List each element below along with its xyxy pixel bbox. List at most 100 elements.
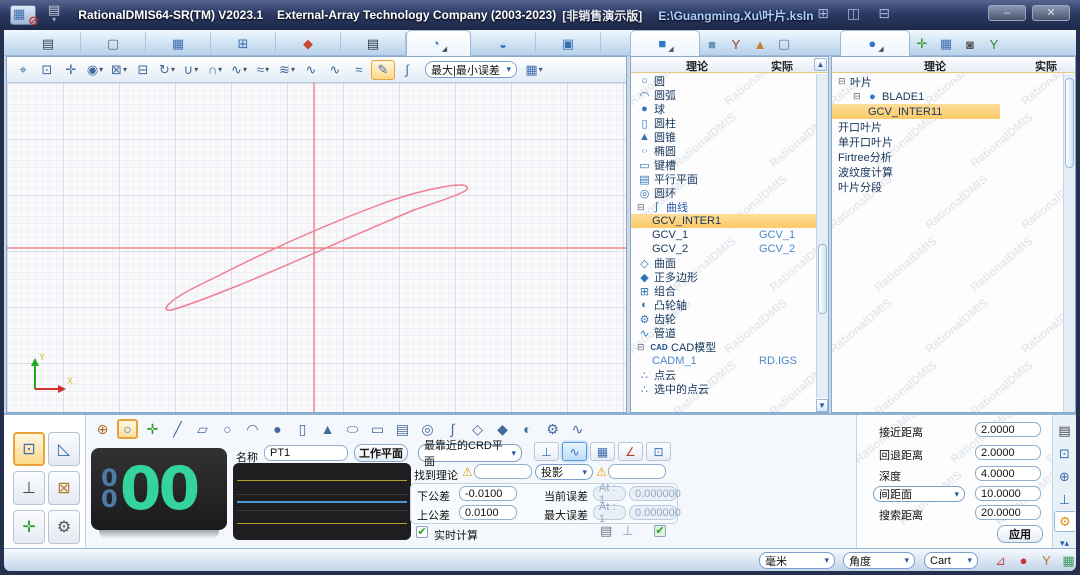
chevron-down-icon[interactable]: ▾ (218, 65, 222, 74)
tree-item-gear[interactable]: ⚙齿轮 (631, 312, 816, 326)
probe-path-status-icon[interactable]: ⊿ (992, 552, 1009, 569)
machine-setup-tool[interactable]: ⚙ (48, 510, 80, 544)
window-tab[interactable]: ▦ (146, 32, 211, 56)
apply-button[interactable]: 应用 (997, 525, 1043, 543)
tree-item-waviness-calc[interactable]: 波纹度计算 (832, 164, 1063, 179)
screen-tab[interactable]: ▢ (772, 32, 796, 56)
tree-item-gcv-2[interactable]: GCV_2GCV_2 (631, 242, 816, 256)
error-mode-dropdown[interactable]: 最大|最小误差 ▾ (425, 61, 517, 78)
curve-probe-button[interactable]: ∫ (395, 60, 419, 80)
tree-item-circle[interactable]: ○圆 (631, 74, 816, 88)
tree-item-cone[interactable]: ▲圆锥 (631, 130, 816, 144)
tree-item-surface[interactable]: ◇曲面 (631, 256, 816, 270)
teach-pen-button[interactable]: ✎ (371, 60, 395, 80)
close-button[interactable]: ✕ (1032, 5, 1070, 21)
dual-probe-status-icon[interactable]: ⊞ (817, 5, 829, 22)
expander-minus-icon[interactable]: ⊟ (637, 342, 648, 353)
tree-item-curve[interactable]: ⊟∫曲线 (631, 200, 816, 214)
lower-tolerance-input[interactable]: -0.0100 (459, 486, 517, 501)
window-small-tab[interactable]: ▦ (934, 32, 958, 56)
menu-icon[interactable]: ▤▾ (48, 5, 60, 25)
spacing-input[interactable]: 10.0000 (975, 486, 1041, 501)
confirm-checkbox[interactable]: ✔ (654, 525, 666, 537)
tree-item-cylinder[interactable]: ▯圆柱 (631, 116, 816, 130)
pipe-feature-button[interactable]: ∿ (565, 418, 590, 440)
wave-mid-button[interactable]: ∿ (323, 60, 347, 80)
viewport-canvas[interactable]: Y X (7, 83, 626, 412)
wave-flat-button[interactable]: ≈ (347, 60, 371, 80)
crown-tab[interactable]: ▲ (748, 32, 772, 56)
scrollbar-thumb[interactable] (1065, 78, 1074, 168)
gear-feature-button[interactable]: ⚙ (540, 418, 565, 440)
chevron-down-icon[interactable]: ▾ (99, 65, 103, 74)
materials-tab[interactable]: ◆ (276, 32, 341, 56)
circle-feature-button[interactable]: ○ (215, 418, 240, 440)
probe-y-tab[interactable]: Y (724, 32, 748, 56)
sphere-feature-button[interactable]: ● (265, 418, 290, 440)
grid-colors-status-icon[interactable]: ▦ (1060, 552, 1077, 569)
probe-ball-status-icon[interactable]: ● (1015, 552, 1032, 569)
measure-feature-tool[interactable]: ⊡ (13, 432, 45, 466)
blade-tree-scrollbar[interactable] (1063, 74, 1075, 412)
coordinate-dropdown[interactable]: Cart ▾ (924, 552, 978, 569)
tree-item-parallel-planes[interactable]: ▤平行平面 (631, 172, 816, 186)
probe-green-tab[interactable]: Y (982, 32, 1006, 56)
crd-plane-dropdown[interactable]: 最靠近的CRD平面 ▾ (418, 444, 522, 462)
features-tab[interactable]: ■◢ (630, 30, 700, 56)
scrollbar-thumb[interactable] (818, 244, 827, 314)
machine-probe-status-icon[interactable]: ⊟ (878, 5, 890, 22)
program-tab[interactable]: ▢ (81, 32, 146, 56)
tree-item-blade1[interactable]: ⊟●BLADE1 (832, 89, 1063, 104)
projection-dropdown[interactable]: 投影 ▾ (535, 464, 593, 480)
probe-view-toggle[interactable]: ⊥ (534, 442, 559, 461)
alignment-button[interactable]: ✛ (140, 418, 165, 440)
capture-tab[interactable]: ▣ (536, 32, 601, 56)
chevron-down-icon[interactable]: ▾ (123, 65, 127, 74)
app-icon[interactable]: ▦ ⊘ (10, 5, 36, 25)
chevron-down-icon[interactable]: ▾ (291, 65, 295, 74)
layers-tab[interactable]: ⊞ (211, 32, 276, 56)
fit-view-button[interactable]: ⌖ (11, 60, 35, 80)
chevron-down-icon[interactable]: ▾ (265, 65, 269, 74)
probe-angle-status-icon[interactable]: Y (1038, 552, 1055, 569)
tree-item-open-blade[interactable]: 开口叶片 (832, 119, 1063, 134)
cube-view-toggle[interactable]: ⊡ (646, 442, 671, 461)
monitor-status-icon[interactable]: ◫ (847, 5, 860, 22)
tree-item-polygon[interactable]: ◆正多边形 (631, 270, 816, 284)
scan-closed-button[interactable]: ∩▾ (203, 60, 227, 80)
disc-tab[interactable]: ◒ (471, 32, 536, 56)
ellipse-feature-button[interactable]: ⬭ (340, 418, 365, 440)
blade-tab[interactable]: ●◢ (840, 30, 910, 56)
found-theory-input[interactable] (474, 464, 532, 479)
scan-open-button[interactable]: ∪▾ (179, 60, 203, 80)
scan-patch-button[interactable]: ≈▾ (251, 60, 275, 80)
expander-minus-icon[interactable]: ⊟ (838, 76, 849, 87)
probe-rotate-button[interactable]: ↻▾ (155, 60, 179, 80)
tree-item-firtree-analysis[interactable]: Firtree分析 (832, 149, 1063, 164)
tree-item-gcv-inter1[interactable]: GCV_INTER1 (631, 214, 816, 228)
scan-curve-button[interactable]: ∿▾ (227, 60, 251, 80)
projection-input[interactable] (608, 464, 666, 479)
caliper-tool[interactable]: ◺ (48, 432, 80, 466)
tree-item-camshaft[interactable]: ◐凸轮轴 (631, 298, 816, 312)
scan-edge-button[interactable]: ≋▾ (275, 60, 299, 80)
tree-item-gcv-1[interactable]: GCV_1GCV_1 (631, 228, 816, 242)
point-feature-button[interactable]: ○ (117, 419, 138, 439)
axes-tab[interactable]: ✛ (910, 32, 934, 56)
probe-manager-tab[interactable]: ▤ (16, 32, 81, 56)
tree-item-gcv-inter11[interactable]: GCV_INTER11 (832, 104, 1000, 119)
expander-minus-icon[interactable]: ⊟ (637, 202, 648, 213)
tree-item-arc[interactable]: ◠圆弧 (631, 88, 816, 102)
tree-item-composite[interactable]: ⊞组合 (631, 284, 816, 298)
tree-item-torus[interactable]: ◎圆环 (631, 186, 816, 200)
tree-item-blade-segment[interactable]: 叶片分段 (832, 179, 1063, 194)
camera-tab[interactable]: ◙ (958, 32, 982, 56)
search-distance-input[interactable]: 20.0000 (975, 505, 1041, 520)
report-icon[interactable]: ▤ (600, 523, 612, 539)
cylinder-feature-button[interactable]: ▯ (290, 418, 315, 440)
minimize-button[interactable]: – (988, 5, 1026, 21)
chevron-down-icon[interactable]: ▾ (171, 65, 175, 74)
zoom-window-button[interactable]: ⊡ (35, 60, 59, 80)
grid-display-button[interactable]: ▦▾ (522, 60, 546, 80)
probe-tool[interactable]: ⊥ (13, 471, 45, 505)
